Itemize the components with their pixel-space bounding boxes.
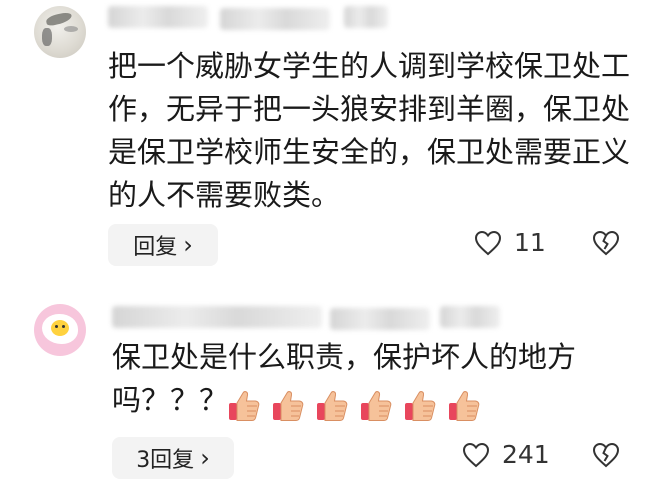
like-count: 11 <box>514 228 546 257</box>
avatar[interactable] <box>34 6 86 58</box>
heart-outline-icon <box>462 442 490 467</box>
thumbs-up-emoji <box>449 391 480 421</box>
comment-item: 把一个威胁女学生的人调到学校保卫处工作，无异于把一头狼安排到羊圈，保卫处是保卫学… <box>0 0 660 290</box>
reply-label: 回复 <box>133 235 178 260</box>
chevron-right-icon: › <box>183 231 193 259</box>
dislike-button[interactable] <box>592 442 620 472</box>
location-redacted <box>440 306 500 328</box>
username-redacted <box>108 6 208 28</box>
comment-item: 保卫处是什么职责，保护坏人的地方吗？？？ 3回复 › 241 <box>0 290 660 491</box>
like-button[interactable]: 241 <box>462 440 550 469</box>
chevron-right-icon: › <box>200 444 210 472</box>
emoji-row <box>226 388 482 424</box>
broken-heart-icon <box>592 230 620 256</box>
broken-heart-icon <box>592 442 620 468</box>
thumbs-up-emoji <box>317 391 348 421</box>
heart-outline-icon <box>474 230 502 255</box>
reply-button[interactable]: 3回复 › <box>112 437 234 479</box>
thumbs-up-emoji <box>273 391 304 421</box>
username-redacted <box>112 306 322 328</box>
meta-redacted <box>220 8 330 30</box>
thumbs-up-emoji <box>229 391 260 421</box>
thumbs-up-emoji <box>405 391 436 421</box>
comment-text: 把一个威胁女学生的人调到学校保卫处工作，无异于把一头狼安排到羊圈，保卫处是保卫学… <box>108 49 631 212</box>
avatar[interactable] <box>34 304 86 356</box>
location-redacted <box>344 6 388 28</box>
meta-redacted <box>330 308 430 330</box>
thumbs-up-emoji <box>361 391 392 421</box>
like-count: 241 <box>502 440 550 469</box>
reply-label: 3回复 <box>136 448 195 473</box>
reply-button[interactable]: 回复 › <box>108 224 218 266</box>
dislike-button[interactable] <box>592 230 620 260</box>
like-button[interactable]: 11 <box>474 228 546 257</box>
